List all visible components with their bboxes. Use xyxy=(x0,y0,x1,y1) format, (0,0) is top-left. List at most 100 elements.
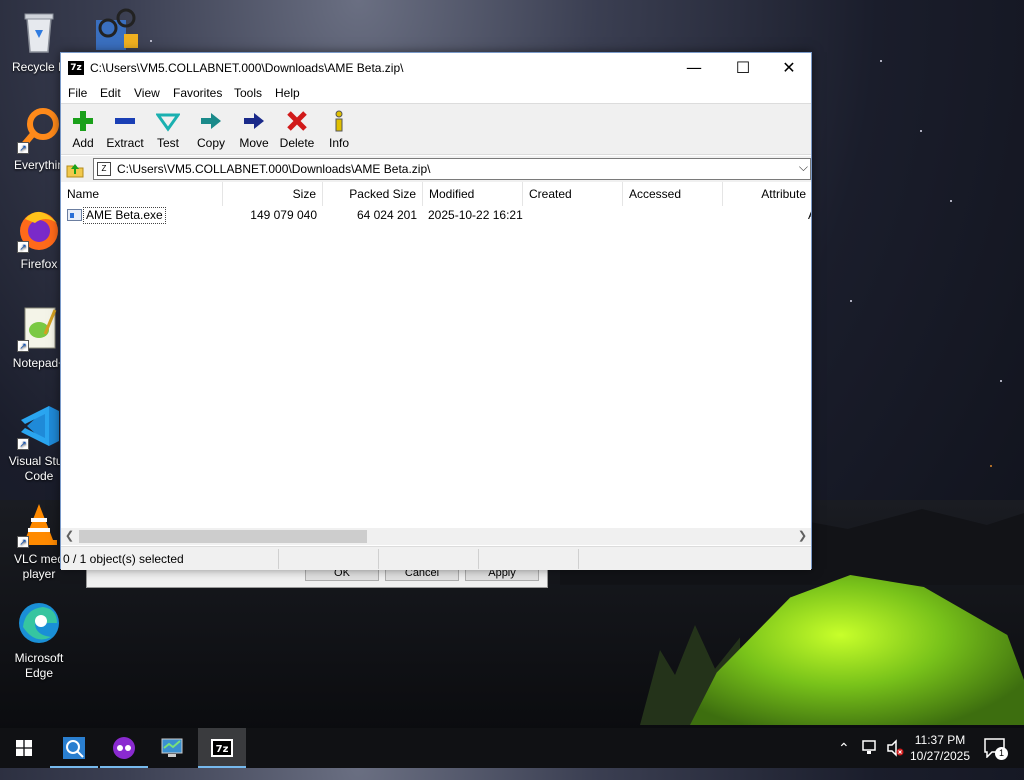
desktop-icon-control-panel[interactable] xyxy=(94,8,140,52)
desktop-icon-edge[interactable]: Microsoft Edge xyxy=(0,599,78,681)
copy-label: Copy xyxy=(196,136,225,150)
desktop-icon-label: VLC med xyxy=(13,552,65,566)
star xyxy=(920,130,922,132)
7zip-icon: 7z xyxy=(211,739,233,757)
desktop-icon-label: Edge xyxy=(24,666,54,680)
star xyxy=(990,465,992,467)
clock[interactable]: 11:37 PM 10/27/2025 xyxy=(904,732,976,764)
menu-tools[interactable]: Tools xyxy=(234,86,262,100)
move-label: Move xyxy=(239,136,269,150)
info-icon xyxy=(335,110,343,132)
network-icon[interactable] xyxy=(862,739,880,757)
column-header-name[interactable]: Name xyxy=(61,182,223,206)
add-button[interactable]: Add xyxy=(61,106,105,154)
file-packed-size: 64 024 201 xyxy=(356,208,417,222)
chevron-down-icon[interactable]: ⌵ xyxy=(799,160,808,175)
info-button[interactable]: Info xyxy=(317,106,361,154)
taskbar: 7z ⌃ 11:37 PM 10/27/2025 1 xyxy=(0,728,1024,768)
edge-icon xyxy=(15,599,63,647)
7zip-app-icon: 7z xyxy=(68,61,84,75)
recycle-bin-icon xyxy=(15,8,63,56)
toolbar: Add Extract Test Copy Move Delete Info xyxy=(61,103,811,155)
notification-center-button[interactable]: 1 xyxy=(980,728,1024,768)
svg-text:7z: 7z xyxy=(216,744,229,755)
notification-badge: 1 xyxy=(995,747,1008,760)
horizontal-scrollbar[interactable]: ❮ ❯ xyxy=(61,528,811,545)
taskbar-app-everything[interactable] xyxy=(50,728,98,768)
7zip-window: 7z C:\Users\VM5.COLLABNET.000\Downloads\… xyxy=(60,52,812,570)
minimize-button[interactable]: — xyxy=(671,53,717,83)
delete-icon xyxy=(287,111,307,131)
desktop-icon-label: Code xyxy=(24,469,54,483)
test-button[interactable]: Test xyxy=(146,106,190,154)
shortcut-arrow-icon: ↗ xyxy=(17,142,29,154)
file-name: AME Beta.exe xyxy=(83,207,166,224)
column-header-accessed[interactable]: Accessed xyxy=(623,182,723,206)
window-title: C:\Users\VM5.COLLABNET.000\Downloads\AME… xyxy=(90,61,404,75)
file-list: Name Size Packed Size Modified Created A… xyxy=(61,182,811,527)
test-icon xyxy=(156,113,180,132)
extract-label: Extract xyxy=(106,136,144,150)
scroll-thumb[interactable] xyxy=(79,530,367,543)
status-bar: 0 / 1 object(s) selected xyxy=(61,546,811,570)
menu-help[interactable]: Help xyxy=(275,86,300,100)
network-monitor-icon xyxy=(161,738,183,757)
start-icon xyxy=(16,740,32,756)
control-panel-icon xyxy=(96,8,138,50)
menu-favorites[interactable]: Favorites xyxy=(173,86,222,100)
status-cell-empty xyxy=(379,549,479,569)
star xyxy=(1000,380,1002,382)
close-button[interactable]: ✕ xyxy=(766,53,812,83)
desktop-icon-label: Notepad+ xyxy=(12,356,66,370)
menu-bar: File Edit View Favorites Tools Help xyxy=(61,83,811,103)
desktop-icon-label: Everythin xyxy=(13,158,65,172)
shortcut-arrow-icon: ↗ xyxy=(17,241,29,253)
taskbar-app-7zip[interactable]: 7z xyxy=(198,728,246,768)
copy-button[interactable]: Copy xyxy=(189,106,233,154)
star xyxy=(880,60,882,62)
star xyxy=(950,200,952,202)
column-header-packed-size[interactable]: Packed Size xyxy=(323,182,423,206)
info-label: Info xyxy=(328,136,349,150)
scroll-left-icon[interactable]: ❮ xyxy=(61,528,78,545)
move-button[interactable]: Move xyxy=(232,106,276,154)
file-size: 149 079 040 xyxy=(250,208,317,222)
path-text: C:\Users\VM5.COLLABNET.000\Downloads\AME… xyxy=(117,162,431,176)
firefox-icon: ↗ xyxy=(15,205,63,253)
title-bar[interactable]: 7z C:\Users\VM5.COLLABNET.000\Downloads\… xyxy=(61,53,811,83)
maximize-button[interactable]: ☐ xyxy=(720,53,766,83)
menu-edit[interactable]: Edit xyxy=(100,86,121,100)
column-header-size[interactable]: Size xyxy=(223,182,323,206)
chevron-up-icon[interactable]: ⌃ xyxy=(838,740,850,780)
star xyxy=(850,300,852,302)
file-attributes: A xyxy=(808,206,811,225)
add-icon xyxy=(73,111,93,131)
test-label: Test xyxy=(156,136,179,150)
taskbar-app-network-monitor[interactable] xyxy=(148,728,196,768)
path-input[interactable]: Z C:\Users\VM5.COLLABNET.000\Downloads\A… xyxy=(93,158,811,180)
scroll-right-icon[interactable]: ❯ xyxy=(794,528,811,545)
table-row[interactable]: AME Beta.exe 149 079 040 64 024 201 2025… xyxy=(61,206,811,225)
status-selection: 0 / 1 object(s) selected xyxy=(61,549,279,569)
delete-button[interactable]: Delete xyxy=(275,106,319,154)
column-header-modified[interactable]: Modified xyxy=(423,182,523,206)
taskbar-app-purple[interactable] xyxy=(100,728,148,768)
copy-icon xyxy=(201,113,221,129)
notepad-plus-plus-icon: ↗ xyxy=(15,304,63,352)
extract-button[interactable]: Extract xyxy=(103,106,147,154)
start-button[interactable] xyxy=(0,728,48,768)
up-folder-icon[interactable] xyxy=(65,160,85,178)
address-bar: Z C:\Users\VM5.COLLABNET.000\Downloads\A… xyxy=(61,156,811,182)
move-icon xyxy=(244,113,264,129)
menu-view[interactable]: View xyxy=(134,86,160,100)
extract-icon xyxy=(115,118,135,124)
shortcut-arrow-icon: ↗ xyxy=(17,438,29,450)
zip-archive-icon: Z xyxy=(97,162,111,176)
app-purple-icon xyxy=(113,737,135,759)
add-label: Add xyxy=(72,136,94,150)
menu-file[interactable]: File xyxy=(68,86,87,100)
column-header-created[interactable]: Created xyxy=(523,182,623,206)
volume-muted-icon[interactable] xyxy=(886,739,904,757)
column-header-attributes[interactable]: Attribute xyxy=(723,182,811,206)
delete-label: Delete xyxy=(279,136,315,150)
